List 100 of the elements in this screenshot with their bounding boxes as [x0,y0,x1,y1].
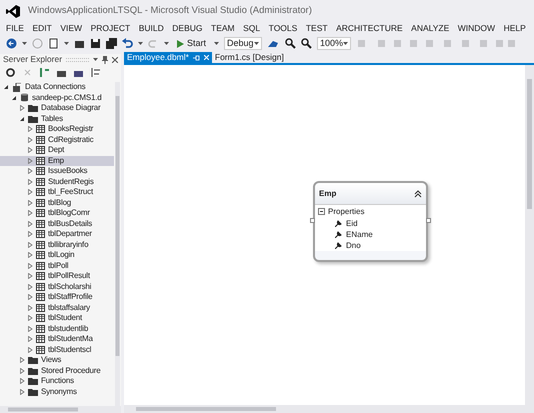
tree-item[interactable]: Data Connections [0,82,114,92]
tree-item[interactable]: Views [0,355,114,366]
panel-title: Server Explorer [3,53,62,66]
start-button[interactable]: Start [174,36,210,50]
dropdown-caret-icon[interactable] [138,42,143,46]
tree-item[interactable]: sandeep-pc.CMS1.d [0,92,114,103]
vertical-scrollbar[interactable] [114,82,121,406]
tree-item[interactable]: StudentRegis [0,176,114,187]
table-icon [36,304,45,312]
configuration-dropdown[interactable]: Debug [224,37,262,50]
tree-item-label: IssueBooks [48,166,88,176]
tree-item[interactable]: Synonyms [0,386,114,397]
resize-handle[interactable] [310,218,315,223]
document-tab[interactable]: Form1.cs [Design] [212,52,287,63]
property-name[interactable]: Dno [346,240,361,252]
collapsed-arrow-icon[interactable] [19,105,25,112]
tree-item[interactable]: Stored Procedure [0,366,114,376]
menu-item[interactable]: DEBUG [172,22,203,35]
dropdown-caret-icon[interactable] [164,42,169,46]
tree-item-label: BooksRegistr [48,124,94,134]
close-icon[interactable] [112,56,118,62]
dropdown-caret-icon[interactable] [214,42,220,46]
document-tab[interactable]: Employee.dbml* [124,52,212,63]
tree-item[interactable]: Emp [0,156,114,166]
menu-item[interactable]: WINDOW [458,22,496,35]
entity-card[interactable]: Emp Properties Eid EName Dno [313,181,428,262]
tree-item[interactable]: tblstudentlib [0,324,114,334]
tree-item-label: Dept [48,145,64,156]
menu-item[interactable]: EDIT [32,22,52,35]
expanded-arrow-icon[interactable] [19,116,25,122]
tree-item[interactable]: CdRegistratic [0,134,114,145]
dropdown-caret-icon[interactable] [64,42,69,46]
tree-item[interactable]: tblScholarshi [0,282,114,292]
dropdown-caret-icon[interactable] [343,42,348,46]
key-icon [335,242,342,249]
tree-item-label: StudentRegis [48,176,94,187]
tree-item[interactable]: tblPoll [0,260,114,271]
menu-item[interactable]: VIEW [60,22,82,35]
tree-item[interactable]: tblStudent [0,313,114,324]
tree-item[interactable]: tblStudentMa [0,334,114,344]
vertical-scrollbar[interactable] [525,65,534,405]
tree-item[interactable]: tblBlog [0,198,114,208]
dropdown-caret-icon[interactable] [254,42,260,46]
tree-item-label: tblBlog [48,198,72,208]
new-item-icon[interactable] [48,38,59,49]
collapse-box-icon[interactable] [318,208,325,215]
tree-item[interactable]: Database Diagrar [0,103,114,114]
key-icon [335,231,342,238]
tree-item[interactable]: Dept [0,145,114,156]
horizontal-scrollbar[interactable] [0,406,121,413]
tree-item[interactable]: tblstaffsalary [0,302,114,313]
zoom-dropdown[interactable]: 100% [317,37,352,50]
menu-item[interactable]: HELP [504,22,526,35]
tree-item-label: tbl_FeeStruct [48,187,93,198]
tree-item-label: tblBusDetails [48,218,92,229]
dropdown-caret-icon[interactable] [22,42,27,46]
menu-item[interactable]: ARCHITECTURE [336,22,403,35]
tree-item[interactable]: tblStudentscl [0,344,114,355]
resize-handle[interactable] [426,218,431,223]
menu-item[interactable]: SQL [243,22,260,35]
dropdown-caret-icon[interactable] [93,58,98,62]
table-icon [36,272,45,280]
tree-item[interactable]: tblLogin [0,250,114,260]
menu-item[interactable]: ANALYZE [411,22,450,35]
horizontal-scrollbar[interactable] [124,405,534,413]
tree-item[interactable]: Functions [0,376,114,386]
menu-item[interactable]: BUILD [138,22,164,35]
tree-item[interactable]: BooksRegistr [0,124,114,134]
menu-item[interactable]: TOOLS [268,22,298,35]
save-all-icon[interactable] [106,38,117,49]
tree-item[interactable]: tbl_FeeStruct [0,187,114,198]
pin-icon[interactable] [192,54,200,60]
tree-item[interactable]: Tables [0,114,114,124]
menu-item[interactable]: PROJECT [90,22,130,35]
tree-item[interactable]: tblPollResult [0,271,114,282]
zoom-out-icon[interactable] [301,38,312,49]
table-icon [36,314,45,322]
refresh-icon[interactable] [5,66,16,78]
menu-item[interactable]: FILE [6,22,24,35]
tree-item[interactable]: tbllibraryinfo [0,240,114,250]
collapse-chevron-icon[interactable] [414,190,422,198]
tree-item-label: tblstaffsalary [48,302,90,313]
tree-item[interactable]: tblBlogComr [0,208,114,218]
menu-item[interactable]: TEAM [211,22,235,35]
tree-item[interactable]: tblDepartmer [0,229,114,240]
save-icon[interactable] [90,38,101,49]
tree-item-label: tblDepartmer [48,229,92,240]
tree-item[interactable]: tblStaffProfile [0,292,114,302]
design-canvas[interactable]: Emp Properties Eid EName Dno [124,65,525,405]
undo-icon[interactable] [122,38,133,49]
tree-item-label: tblScholarshi [48,282,92,292]
table-icon [36,156,45,165]
pin-icon[interactable] [102,56,108,64]
back-icon[interactable] [6,38,17,49]
tree-item[interactable]: tblBusDetails [0,218,114,229]
property-name[interactable]: Eid [346,218,358,230]
tree-item[interactable]: IssueBooks [0,166,114,176]
menu-item[interactable]: TEST [306,22,328,35]
zoom-in-icon[interactable] [285,38,296,49]
table-icon [36,251,45,260]
